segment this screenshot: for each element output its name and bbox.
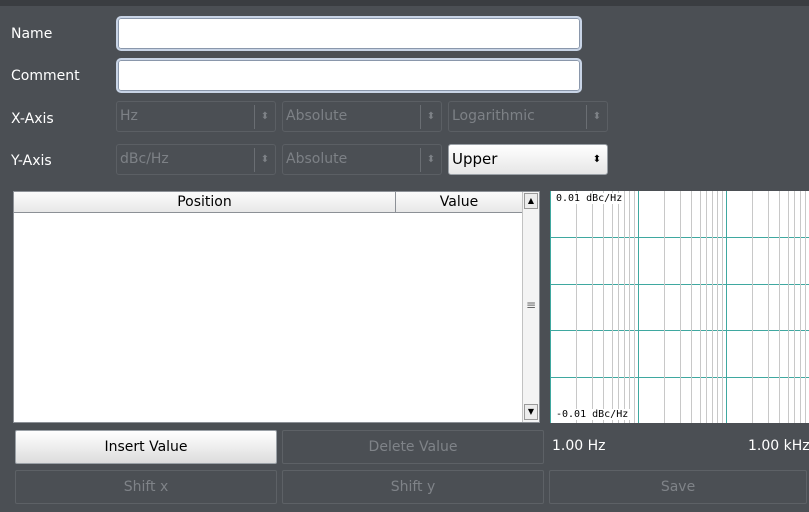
yaxis-limit-select[interactable]: Upper ⬍ (448, 144, 608, 175)
triangle-up-icon[interactable]: ▲ (524, 193, 538, 209)
updown-arrows-icon: ⬍ (254, 105, 275, 129)
yaxis-label: Y-Axis (11, 153, 52, 169)
xaxis-spacing-value: Logarithmic (452, 108, 535, 124)
graph-y-min-label: -0.01 dBc/Hz (554, 409, 631, 420)
updown-arrows-icon: ⬍ (586, 105, 607, 129)
graph-x-end-label: 1.00 kHz (748, 438, 809, 454)
limit-line-graph: 0.01 dBc/Hz -0.01 dBc/Hz (550, 191, 809, 423)
graph-y-max-label: 0.01 dBc/Hz (554, 193, 625, 204)
yaxis-scaling-value: Absolute (286, 151, 348, 167)
shift-y-button[interactable]: Shift y (282, 470, 544, 504)
name-value (118, 18, 580, 30)
table-scrollbar[interactable]: ▲ ≡ ▼ (522, 192, 539, 422)
delete-value-button[interactable]: Delete Value (282, 430, 544, 464)
updown-arrows-icon: ⬍ (420, 148, 441, 172)
yaxis-scaling-select[interactable]: Absolute ⬍ (282, 144, 442, 175)
name-label: Name (11, 26, 53, 42)
xaxis-scaling-select[interactable]: Absolute ⬍ (282, 101, 442, 132)
yaxis-unit-value: dBc/Hz (120, 151, 169, 167)
xaxis-label: X-Axis (11, 111, 54, 127)
top-strip (0, 0, 809, 6)
yaxis-limit-value: Upper (452, 150, 498, 168)
graph-x-start-label: 1.00 Hz (552, 438, 606, 454)
yaxis-unit-select[interactable]: dBc/Hz ⬍ (116, 144, 276, 175)
value-column-header[interactable]: Value (396, 192, 522, 213)
xaxis-spacing-select[interactable]: Logarithmic ⬍ (448, 101, 608, 132)
xaxis-scaling-value: Absolute (286, 108, 348, 124)
scroll-grip-icon[interactable]: ≡ (524, 299, 538, 312)
comment-field[interactable] (116, 58, 582, 93)
updown-arrows-icon: ⬍ (592, 154, 602, 165)
shift-x-button[interactable]: Shift x (15, 470, 277, 504)
updown-arrows-icon: ⬍ (420, 105, 441, 129)
xaxis-unit-value: Hz (120, 108, 138, 124)
comment-value (118, 60, 580, 72)
limit-line-table[interactable]: Position Value ▲ ≡ ▼ (13, 191, 540, 423)
save-button[interactable]: Save (549, 470, 807, 504)
insert-value-button[interactable]: Insert Value (15, 430, 277, 464)
xaxis-unit-select[interactable]: Hz ⬍ (116, 101, 276, 132)
position-column-header[interactable]: Position (14, 192, 396, 213)
updown-arrows-icon: ⬍ (254, 148, 275, 172)
name-field[interactable] (116, 16, 582, 51)
triangle-down-icon[interactable]: ▼ (524, 404, 538, 420)
graph-grid (550, 191, 809, 423)
comment-label: Comment (11, 68, 80, 84)
